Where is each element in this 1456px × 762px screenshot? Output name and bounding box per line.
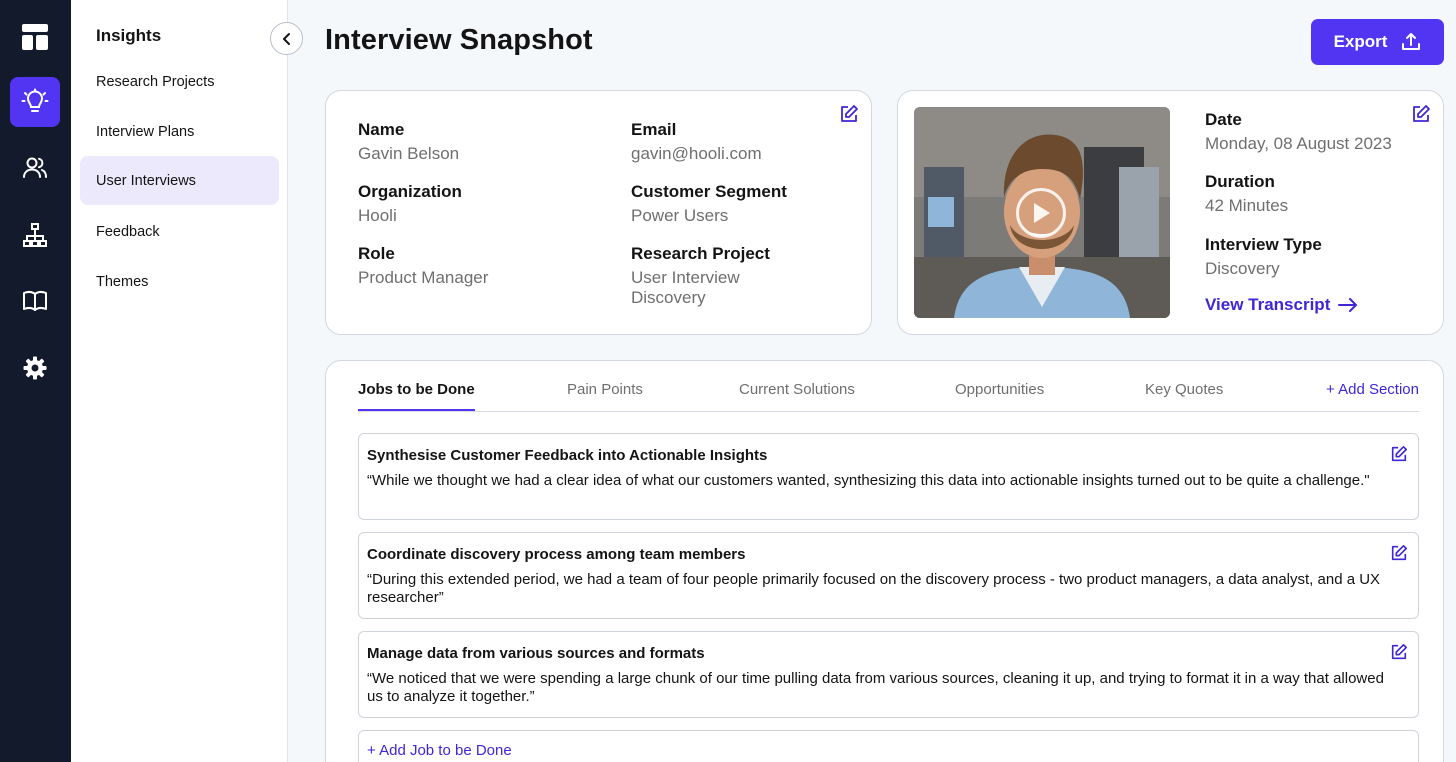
edit-job-button[interactable]: [1388, 641, 1410, 663]
interview-card: Date Monday, 08 August 2023 Duration 42 …: [897, 90, 1444, 335]
job-title: Synthesise Customer Feedback into Action…: [367, 447, 768, 464]
tab-opportunities[interactable]: Opportunities: [955, 381, 1044, 398]
profile-card: Name Gavin Belson Email gavin@hooli.com …: [325, 90, 872, 335]
job-quote: “We noticed that we were spending a larg…: [367, 670, 1384, 705]
sitemap-icon[interactable]: [10, 210, 60, 260]
sidebar-item-interview-plans[interactable]: Interview Plans: [80, 107, 279, 156]
job-title: Manage data from various sources and for…: [367, 645, 705, 662]
add-job-card[interactable]: + Add Job to be Done: [358, 730, 1419, 762]
sidebar-item-user-interviews[interactable]: User Interviews: [80, 156, 279, 205]
tab-key-quotes[interactable]: Key Quotes: [1145, 381, 1223, 398]
chevron-left-icon: [282, 32, 290, 45]
job-card: Synthesise Customer Feedback into Action…: [358, 433, 1419, 520]
collapse-sidebar-button[interactable]: [270, 22, 303, 55]
job-card: Coordinate discovery process among team …: [358, 532, 1419, 619]
lightbulb-icon[interactable]: [10, 77, 60, 127]
duration-field: Duration 42 Minutes: [1205, 172, 1289, 215]
upload-icon: [1402, 33, 1421, 50]
edit-job-button[interactable]: [1388, 542, 1410, 564]
email-field: Email gavin@hooli.com: [631, 120, 762, 163]
view-transcript-link[interactable]: View Transcript: [1205, 295, 1358, 315]
gear-icon[interactable]: [10, 343, 60, 393]
export-button[interactable]: Export: [1311, 19, 1444, 65]
edit-profile-button[interactable]: [838, 103, 860, 125]
icon-rail: [0, 0, 71, 762]
play-icon: [1034, 203, 1050, 223]
add-job-button[interactable]: + Add Job to be Done: [367, 742, 512, 759]
edit-interview-button[interactable]: [1410, 103, 1432, 125]
organization-field: Organization Hooli: [358, 182, 462, 225]
tab-jobs-to-be-done[interactable]: Jobs to be Done: [358, 381, 475, 398]
role-field: Role Product Manager: [358, 244, 489, 287]
job-quote: “During this extended period, we had a t…: [367, 571, 1381, 606]
active-tab-indicator: [358, 409, 475, 411]
arrow-right-icon: [1338, 298, 1358, 312]
insights-sidebar: Insights Research Projects Interview Pla…: [71, 0, 288, 762]
interview-video-thumbnail[interactable]: [914, 107, 1170, 318]
tab-current-solutions[interactable]: Current Solutions: [739, 381, 855, 398]
edit-job-button[interactable]: [1388, 443, 1410, 465]
page-title: Interview Snapshot: [325, 24, 593, 56]
research-project-field: Research Project User Interview Discover…: [631, 244, 770, 307]
edit-icon: [1413, 105, 1430, 122]
play-button[interactable]: [1016, 188, 1066, 238]
insights-panel: Jobs to be Done Pain Points Current Solu…: [325, 360, 1444, 762]
edit-icon: [1391, 544, 1408, 561]
job-title: Coordinate discovery process among team …: [367, 546, 746, 563]
edit-icon: [841, 105, 858, 122]
sidebar-item-themes[interactable]: Themes: [80, 257, 279, 306]
users-icon[interactable]: [10, 143, 60, 193]
tab-pain-points[interactable]: Pain Points: [567, 381, 643, 398]
job-quote: “While we thought we had a clear idea of…: [367, 472, 1370, 489]
book-icon[interactable]: [10, 276, 60, 326]
interview-type-field: Interview Type Discovery: [1205, 235, 1322, 278]
customer-segment-field: Customer Segment Power Users: [631, 182, 787, 225]
date-field: Date Monday, 08 August 2023: [1205, 110, 1392, 153]
edit-icon: [1391, 643, 1408, 660]
edit-icon: [1391, 445, 1408, 462]
sidebar-item-feedback[interactable]: Feedback: [80, 207, 279, 256]
export-label: Export: [1333, 32, 1388, 51]
add-section-button[interactable]: + Add Section: [1326, 381, 1419, 398]
name-field: Name Gavin Belson: [358, 120, 460, 163]
sidebar-title: Insights: [96, 26, 162, 45]
sidebar-item-research-projects[interactable]: Research Projects: [80, 57, 279, 106]
job-card: Manage data from various sources and for…: [358, 631, 1419, 718]
section-tabs: Jobs to be Done Pain Points Current Solu…: [358, 361, 1419, 412]
layout-icon[interactable]: [10, 12, 60, 62]
